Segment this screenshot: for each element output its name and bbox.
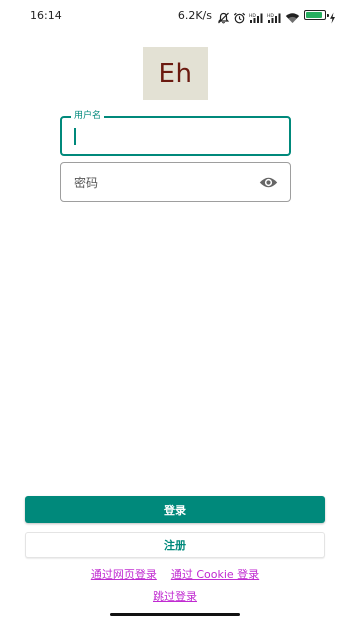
password-field[interactable]: 密码	[60, 162, 291, 202]
login-screen: 16:14 6.2K/s HD HD Eh 用户名 密码 登录 注册 通过网页登…	[0, 0, 350, 622]
register-button[interactable]: 注册	[25, 532, 325, 558]
app-logo: Eh	[143, 47, 208, 100]
skip-login-link[interactable]: 跳过登录	[153, 590, 197, 603]
network-speed: 6.2K/s	[177, 8, 212, 22]
logo-text: Eh	[158, 58, 193, 89]
skip-login-row: 跳过登录	[0, 585, 350, 604]
alarm-icon	[233, 9, 246, 24]
charging-icon	[329, 9, 336, 24]
home-indicator[interactable]	[110, 613, 240, 616]
cookie-login-link[interactable]: 通过 Cookie 登录	[171, 568, 259, 582]
text-cursor	[74, 128, 76, 145]
username-field[interactable]: 用户名	[60, 110, 291, 156]
alt-login-links: 通过网页登录 通过 Cookie 登录	[0, 568, 350, 582]
status-bar: 16:14 6.2K/s HD HD	[0, 0, 350, 30]
login-button[interactable]: 登录	[25, 496, 325, 523]
password-placeholder: 密码	[74, 176, 99, 190]
username-label: 用户名	[71, 110, 105, 122]
battery-level	[306, 12, 322, 18]
battery-icon	[304, 10, 329, 20]
signal-icon: HD	[249, 9, 264, 23]
signal-icon: HD	[267, 9, 282, 23]
wifi-icon	[285, 9, 300, 23]
web-login-link[interactable]: 通过网页登录	[91, 568, 157, 582]
status-time: 16:14	[30, 9, 62, 22]
status-icons: 6.2K/s HD HD	[177, 8, 336, 24]
mute-icon	[217, 9, 230, 24]
eye-icon[interactable]	[259, 174, 278, 191]
